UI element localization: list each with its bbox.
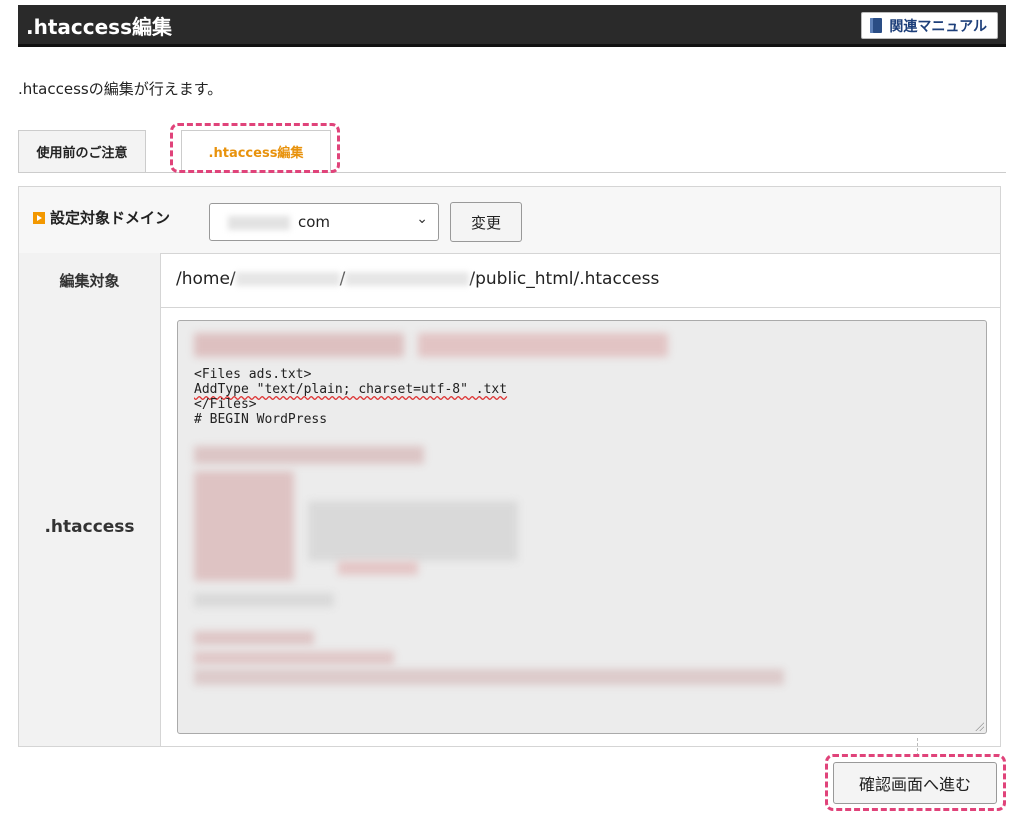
related-manual-button[interactable]: 関連マニュアル bbox=[861, 12, 998, 39]
page-title: .htaccess編集 bbox=[26, 15, 172, 39]
blurred-code bbox=[194, 669, 784, 685]
code-line: # BEGIN WordPress bbox=[194, 412, 328, 427]
blurred-code bbox=[194, 651, 394, 665]
target-label: 編集対象 bbox=[19, 253, 161, 307]
blurred-code bbox=[194, 593, 334, 607]
related-manual-label: 関連マニュアル bbox=[889, 18, 987, 35]
tab-notes[interactable]: 使用前のご注意 bbox=[18, 130, 146, 172]
code-line: <Files ads.txt> bbox=[194, 367, 312, 382]
code-line: </Files> bbox=[194, 397, 257, 412]
arrow-square-icon bbox=[33, 211, 45, 224]
domain-row: 設定対象ドメイン com ⌄ 変更 bbox=[19, 187, 1000, 254]
tab-bar: 使用前のご注意 .htaccess編集 bbox=[18, 130, 1006, 173]
target-row: 編集対象 /home///public_html/.htaccess bbox=[19, 253, 1000, 308]
path-blur-1 bbox=[235, 272, 340, 286]
target-path: /home///public_html/.htaccess bbox=[176, 269, 659, 289]
book-icon bbox=[870, 18, 883, 33]
htaccess-row: .htaccess <Files ads.txt> AddType "text/p… bbox=[19, 307, 1000, 746]
path-blur-2 bbox=[345, 272, 470, 286]
code-line-addtype: AddType "text/plain; charset=utf-8" .txt bbox=[194, 382, 508, 397]
blurred-code bbox=[338, 561, 418, 575]
domain-select-value: com bbox=[298, 213, 331, 231]
code-block: <Files ads.txt> AddType "text/plain; char… bbox=[194, 367, 507, 427]
divider bbox=[917, 738, 918, 756]
domain-blurred-part bbox=[228, 216, 290, 230]
path-suffix: /public_html/.htaccess bbox=[469, 269, 660, 289]
confirm-button[interactable]: 確認画面へ進む bbox=[833, 762, 997, 804]
settings-panel: 設定対象ドメイン com ⌄ 変更 編集対象 /home///public_ht… bbox=[18, 186, 1001, 747]
blurred-code bbox=[418, 333, 668, 357]
change-button[interactable]: 変更 bbox=[450, 202, 522, 242]
tab-htaccess-edit[interactable]: .htaccess編集 bbox=[181, 130, 331, 172]
page-description: .htaccessの編集が行えます。 bbox=[18, 80, 223, 98]
domain-label: 設定対象ドメイン bbox=[33, 207, 170, 228]
blurred-code bbox=[194, 471, 294, 581]
code-line: AddType "text/plain; charset=utf-8" .txt bbox=[194, 382, 507, 397]
blurred-code bbox=[194, 333, 404, 357]
path-prefix: /home/ bbox=[176, 269, 236, 289]
htaccess-label: .htaccess bbox=[19, 307, 161, 746]
chevron-down-icon: ⌄ bbox=[416, 211, 428, 227]
blurred-code bbox=[194, 446, 424, 464]
domain-select[interactable]: com ⌄ bbox=[209, 203, 439, 241]
page-header: .htaccess編集 関連マニュアル bbox=[18, 5, 1006, 47]
domain-label-text: 設定対象ドメイン bbox=[50, 209, 171, 227]
blurred-code bbox=[194, 631, 314, 645]
htaccess-textarea[interactable]: <Files ads.txt> AddType "text/plain; char… bbox=[177, 320, 987, 734]
blurred-code bbox=[308, 501, 518, 561]
resize-handle-icon[interactable] bbox=[974, 721, 984, 731]
